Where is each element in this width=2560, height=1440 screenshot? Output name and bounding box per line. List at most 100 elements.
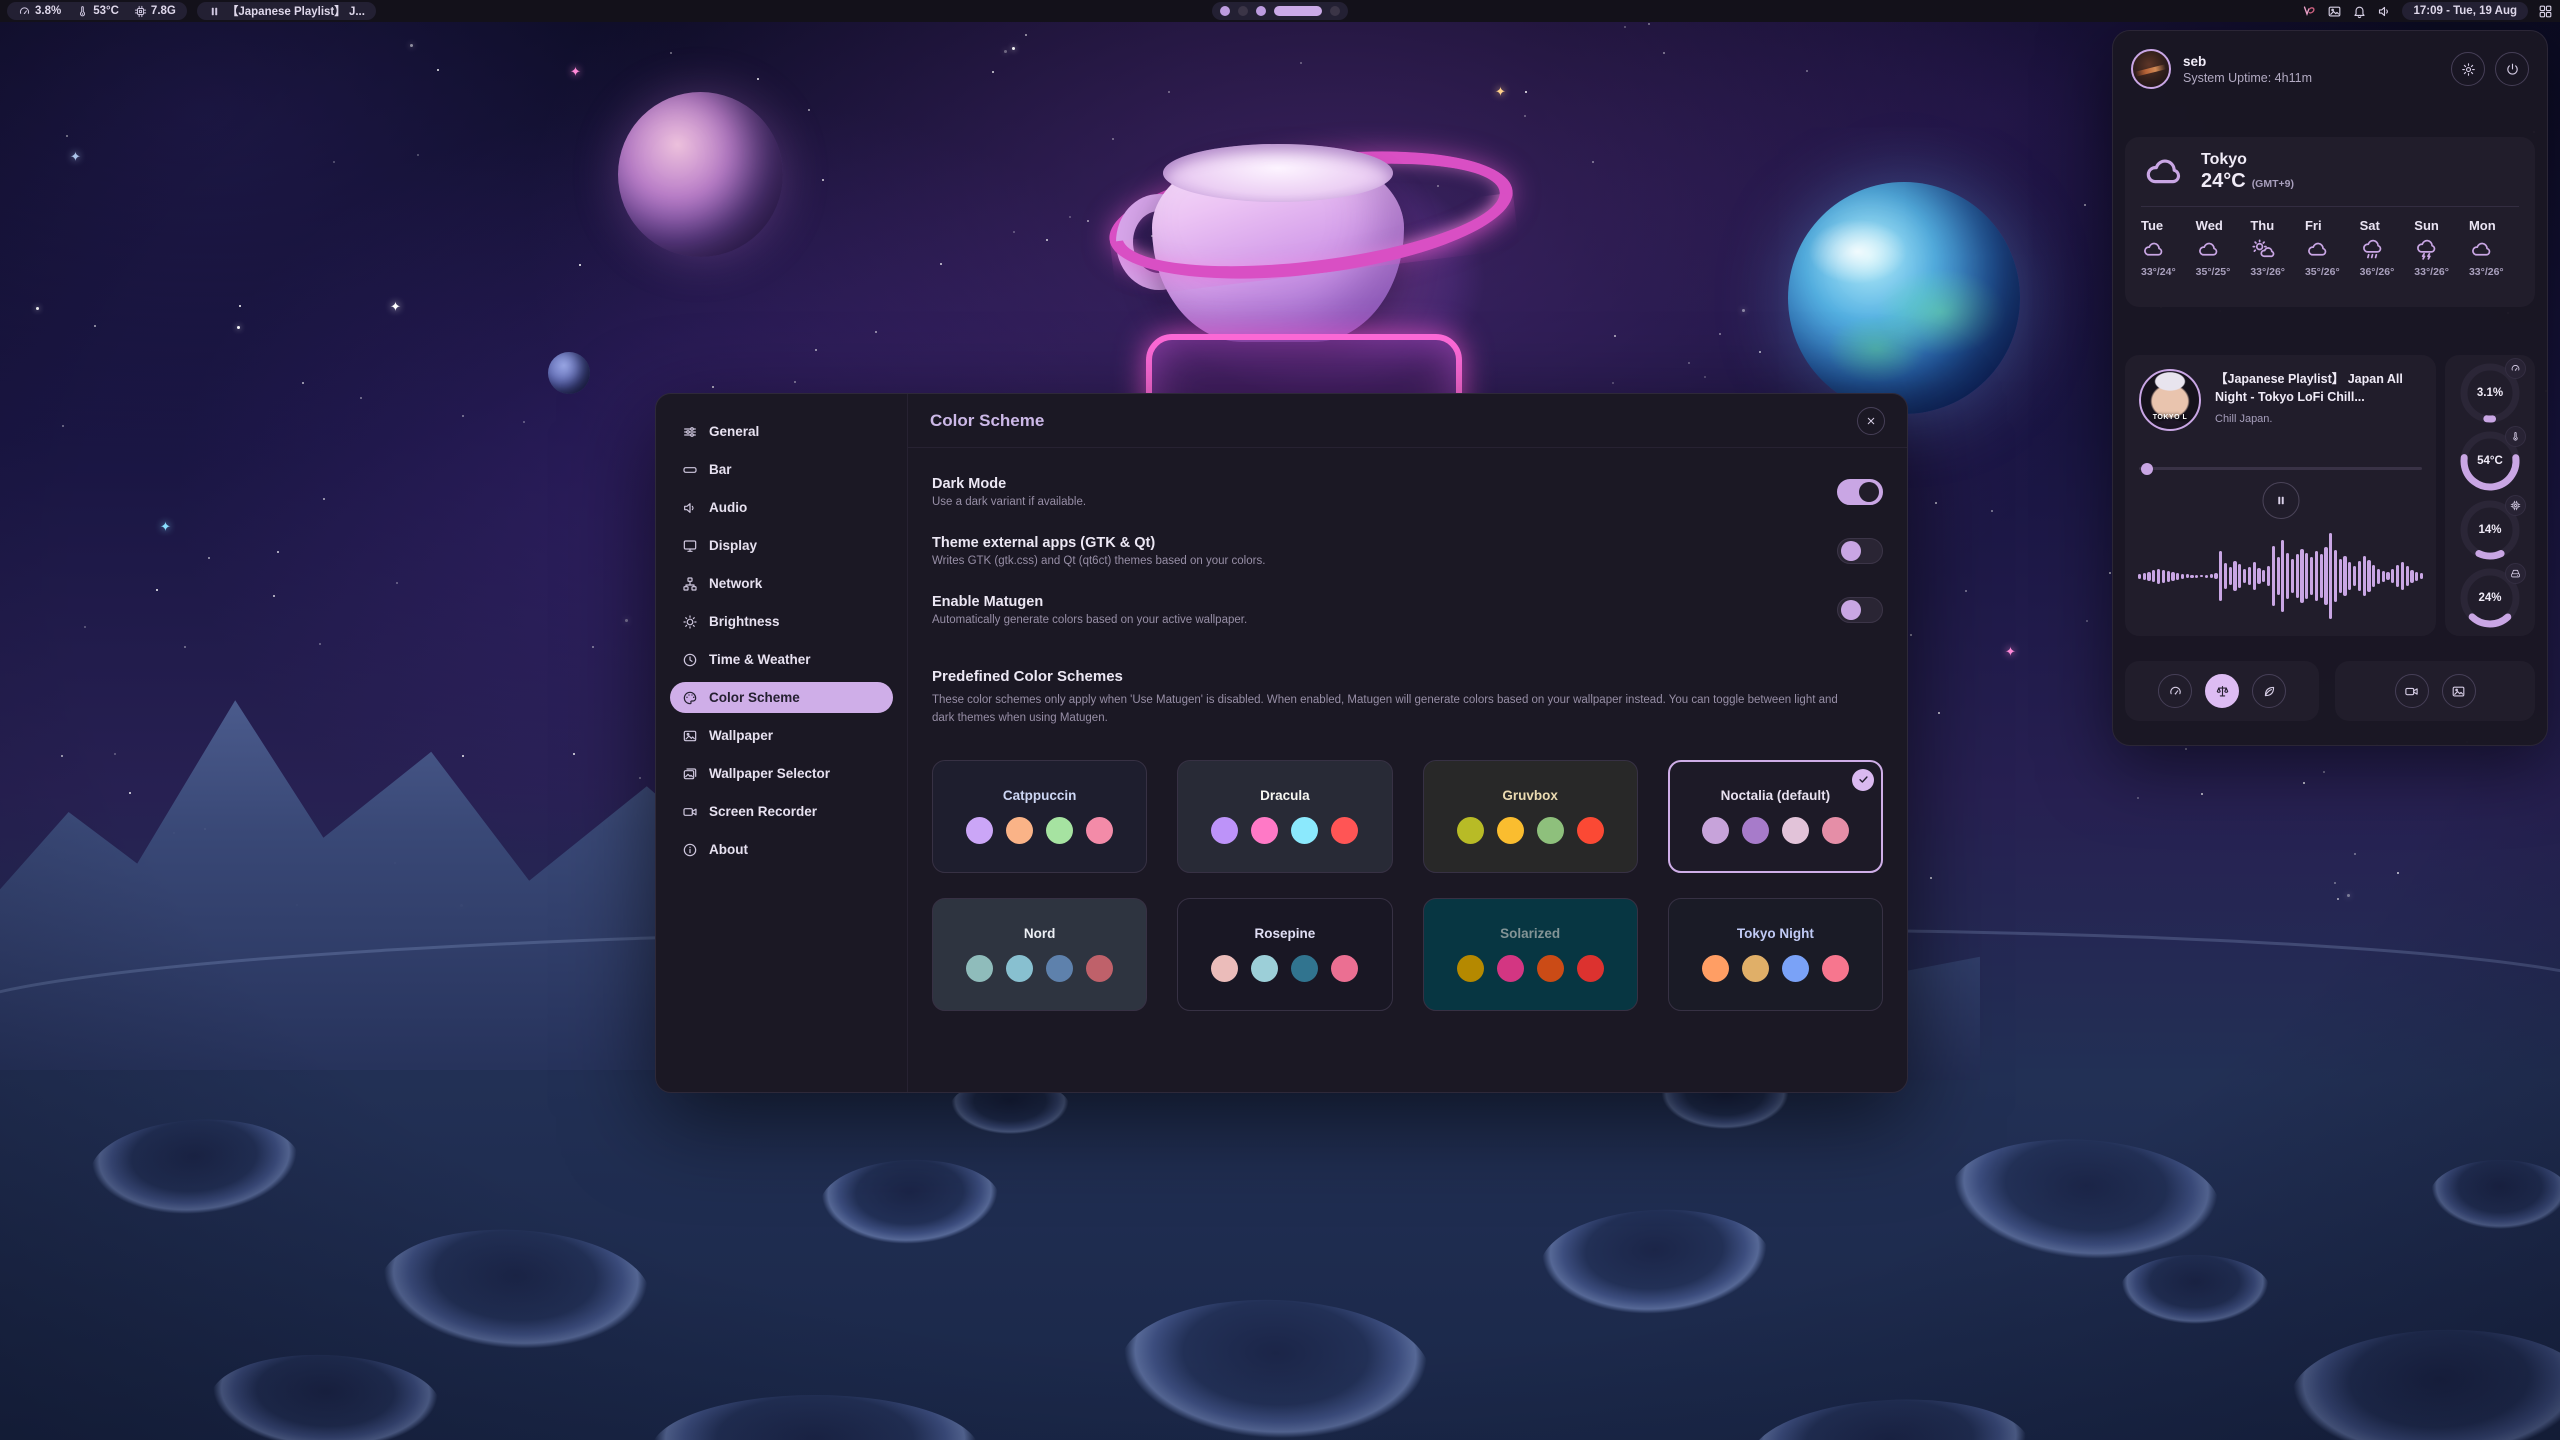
scheme-card-rosepine[interactable]: Rosepine	[1177, 898, 1392, 1011]
tune-icon	[682, 424, 698, 440]
chip-icon	[2505, 495, 2526, 516]
clock-pill[interactable]: 17:09 - Tue, 19 Aug	[2402, 2, 2528, 20]
section-title: Predefined Color Schemes	[932, 668, 1883, 685]
weather-card[interactable]: Tokyo 24°C (GMT+9) Tue33°/24°Wed35°/25°T…	[2125, 137, 2535, 307]
forecast-temps: 33°/26°	[2250, 266, 2285, 278]
image-icon	[682, 728, 698, 744]
media-status-pill[interactable]: 【Japanese Playlist】 J...	[197, 2, 376, 20]
cpu-usage-value: 3.8%	[35, 5, 61, 17]
viz-bar	[2382, 571, 2385, 582]
forecast-day-label: Thu	[2250, 218, 2274, 233]
notifications-bell-icon[interactable]	[2352, 4, 2367, 19]
sidebar-item-brightness[interactable]: Brightness	[670, 606, 893, 637]
color-swatch	[966, 955, 993, 982]
color-swatch	[1291, 955, 1318, 982]
close-button[interactable]	[1857, 407, 1885, 435]
scheme-card-solarized[interactable]: Solarized	[1423, 898, 1638, 1011]
forecast-day-label: Sat	[2360, 218, 2380, 233]
videocam-tool-button[interactable]	[2395, 674, 2429, 708]
sidebar-item-label: Brightness	[709, 614, 780, 629]
bar-icon	[682, 462, 698, 478]
temperature-value: 53°C	[93, 5, 119, 17]
workspace-2-empty[interactable]	[1238, 6, 1248, 16]
scheme-card-gruvbox[interactable]: Gruvbox	[1423, 760, 1638, 873]
cpu-usage-stat: 3.8%	[18, 5, 61, 18]
viz-bar	[2195, 575, 2198, 578]
viz-bar	[2353, 566, 2356, 586]
seek-bar[interactable]	[2139, 467, 2422, 470]
clock-icon	[682, 652, 698, 668]
scheme-card-dracula[interactable]: Dracula	[1177, 760, 1392, 873]
volume-icon[interactable]	[2377, 4, 2392, 19]
top-bar: 3.8% 53°C 7.8G 【Japanese Playlist】 J...	[0, 0, 2560, 22]
cloud-icon	[2469, 238, 2494, 261]
scheme-swatches	[1702, 955, 1849, 982]
color-swatch	[1211, 817, 1238, 844]
pause-icon	[208, 5, 221, 18]
media-player-card: TOKYO L 【Japanese Playlist】 Japan All Ni…	[2125, 355, 2436, 636]
videocam-icon	[682, 804, 698, 820]
scales-profile-button[interactable]	[2205, 674, 2239, 708]
color-swatch	[1211, 955, 1238, 982]
sidebar-item-color-scheme[interactable]: Color Scheme	[670, 682, 893, 713]
tray-app-icon[interactable]	[2302, 4, 2317, 19]
sidebar-item-time-weather[interactable]: Time & Weather	[670, 644, 893, 675]
gauge-54-c: 54°C	[2457, 428, 2523, 494]
sidebar-item-audio[interactable]: Audio	[670, 492, 893, 523]
scheme-name: Catppuccin	[1003, 788, 1077, 803]
sidebar-item-wallpaper[interactable]: Wallpaper	[670, 720, 893, 751]
scheme-card-catppuccin[interactable]: Catppuccin	[932, 760, 1147, 873]
color-swatch	[1822, 955, 1849, 982]
viz-bar	[2224, 563, 2227, 589]
color-swatch	[1006, 817, 1033, 844]
wallpaper-icon[interactable]	[2327, 4, 2342, 19]
network-icon	[682, 576, 698, 592]
forecast-day-label: Mon	[2469, 218, 2496, 233]
settings-gear-button[interactable]	[2451, 52, 2485, 86]
workspace-5-empty[interactable]	[1330, 6, 1340, 16]
scheme-card-nord[interactable]: Nord	[932, 898, 1147, 1011]
pause-button[interactable]	[2262, 482, 2299, 519]
weather-city: Tokyo	[2201, 151, 2294, 169]
scheme-swatches	[966, 955, 1113, 982]
color-swatch	[1251, 955, 1278, 982]
viz-bar	[2243, 569, 2246, 583]
viz-bar	[2406, 566, 2409, 586]
workspace-4-focused[interactable]	[1274, 6, 1322, 16]
color-swatch	[1331, 955, 1358, 982]
color-swatch	[1457, 955, 1484, 982]
toggle-knob	[1841, 541, 1861, 561]
sidebar-item-about[interactable]: About	[670, 834, 893, 865]
sidebar-item-screen-recorder[interactable]: Screen Recorder	[670, 796, 893, 827]
scheme-name: Gruvbox	[1502, 788, 1558, 803]
forecast-temps: 35°/26°	[2305, 266, 2340, 278]
viz-bar	[2286, 553, 2289, 599]
viz-bar	[2296, 554, 2299, 598]
workspace-1-occupied[interactable]	[1220, 6, 1230, 16]
toggle-dark-mode[interactable]	[1837, 479, 1883, 505]
speedometer-profile-button[interactable]	[2158, 674, 2192, 708]
power-button[interactable]	[2495, 52, 2529, 86]
color-swatch	[1291, 817, 1318, 844]
color-swatch	[1702, 817, 1729, 844]
toggle-enable-matugen[interactable]	[1837, 597, 1883, 623]
viz-bar	[2329, 533, 2332, 619]
leaf-profile-button[interactable]	[2252, 674, 2286, 708]
viz-bar	[2367, 560, 2370, 592]
system-stats-pill[interactable]: 3.8% 53°C 7.8G	[7, 2, 187, 20]
seek-knob[interactable]	[2141, 463, 2153, 475]
app-launcher-icon[interactable]	[2538, 4, 2553, 19]
sidebar-item-display[interactable]: Display	[670, 530, 893, 561]
scheme-card-noctalia-default[interactable]: Noctalia (default)	[1668, 760, 1883, 873]
image-tool-button[interactable]	[2442, 674, 2476, 708]
sidebar-item-network[interactable]: Network	[670, 568, 893, 599]
workspace-3-occupied[interactable]	[1256, 6, 1266, 16]
forecast-day-fri: Fri35°/26°	[2305, 218, 2355, 278]
sidebar-item-bar[interactable]: Bar	[670, 454, 893, 485]
scheme-card-tokyo-night[interactable]: Tokyo Night	[1668, 898, 1883, 1011]
sidebar-item-general[interactable]: General	[670, 416, 893, 447]
viz-bar	[2147, 572, 2150, 581]
speedometer-icon	[18, 5, 31, 18]
toggle-theme-external-apps-gtk-qt[interactable]	[1837, 538, 1883, 564]
sidebar-item-wallpaper-selector[interactable]: Wallpaper Selector	[670, 758, 893, 789]
